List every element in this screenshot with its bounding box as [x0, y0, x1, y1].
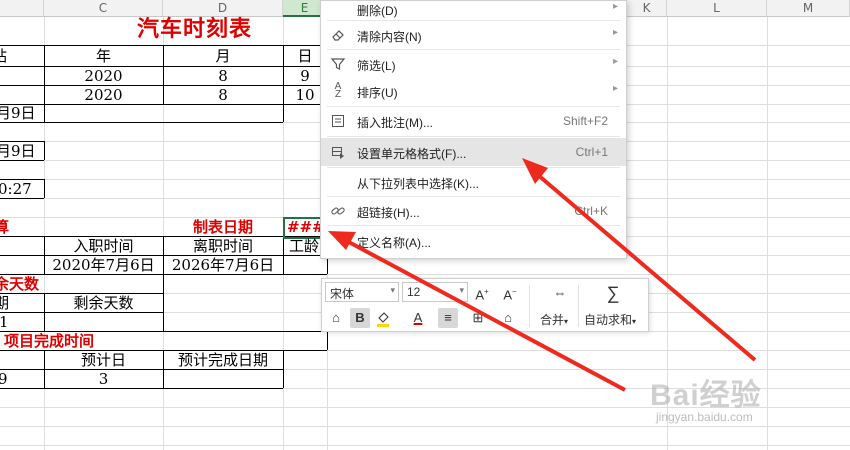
header-station: 站 — [0, 47, 7, 65]
column-header-l[interactable]: L — [667, 0, 767, 17]
menu-item-insert-comment[interactable]: 插入批注(M)... Shift+F2 — [321, 107, 626, 135]
column-header-k[interactable]: K — [627, 0, 667, 17]
menu-item-clear[interactable]: 清除内容(N) ▸ — [321, 21, 626, 49]
chevron-down-icon: ▾ — [459, 285, 464, 295]
cell-period-val: /1 — [0, 313, 9, 331]
col-age: 工龄 — [289, 237, 320, 255]
chevron-down-icon: ▾ — [390, 285, 395, 295]
link-icon — [330, 203, 346, 219]
borders-button[interactable]: ⊞ — [468, 308, 488, 328]
col-hire: 入职时间 — [73, 237, 134, 255]
col-period: 期 — [0, 294, 10, 312]
remain-title: 余天数 — [0, 275, 40, 293]
header-year: 年 — [95, 47, 111, 65]
cell-hire-date: 2020年7月6日 — [52, 256, 155, 274]
clear-format-button[interactable]: ⌂ — [498, 308, 518, 328]
cell-plan-days-val: 3 — [98, 370, 109, 388]
context-menu: 删除(D) ▸ 清除内容(N) ▸ 筛选(L) ▸ AZ 排序(U) ▸ 插入批… — [320, 0, 627, 259]
delete-icon — [330, 1, 346, 17]
header-month: 月 — [215, 47, 231, 65]
cell-date-2: 月9日 — [0, 142, 36, 160]
cell-month-1: 8 — [218, 67, 228, 85]
fill-color-button[interactable] — [374, 308, 394, 328]
filter-icon — [330, 56, 346, 72]
cell-row-val: 9 — [0, 370, 8, 388]
sort-icon: AZ — [334, 81, 342, 100]
cell-time: 0:27 — [0, 180, 32, 198]
cell-date-1: 月9日 — [0, 104, 36, 122]
autosum-button[interactable]: 自动求和▾ — [584, 311, 636, 328]
cell-year-1: 2020 — [84, 67, 123, 85]
increase-font-size-button[interactable]: A+ — [472, 282, 492, 302]
menu-item-sort[interactable]: AZ 排序(U) ▸ — [321, 77, 626, 105]
menu-item-format-cells[interactable]: 设置单元格格式(F)... Ctrl+1 — [321, 138, 626, 166]
merge-icon[interactable]: ⇔ — [548, 283, 572, 303]
font-color-button[interactable]: A — [408, 308, 428, 328]
mini-toolbar: 宋体 ▾ 12 ▾ A+ A− ⌂ B A ≡ ⊞ ⌂ ⇔ 合并▾ ∑ 自动求和… — [321, 278, 649, 332]
sheet-title: 汽车时刻表 — [137, 16, 253, 42]
format-cells-icon — [330, 144, 346, 160]
merge-button[interactable]: 合并▾ — [540, 311, 568, 328]
decrease-font-size-button[interactable]: A− — [500, 282, 520, 302]
menu-item-filter[interactable]: 筛选(L) ▸ — [321, 50, 626, 78]
format-painter-icon[interactable]: ⌂ — [326, 308, 346, 328]
col-leave: 离职时间 — [192, 237, 253, 255]
col-remain: 剩余天数 — [73, 294, 134, 312]
column-header-m[interactable]: M — [767, 0, 850, 17]
align-button[interactable]: ≡ — [438, 308, 458, 328]
menu-item-pick-from-list[interactable]: 从下拉列表中选择(K)... — [321, 168, 626, 196]
submenu-arrow-icon: ▸ — [612, 27, 618, 38]
clear-icon — [330, 27, 346, 43]
project-title: 项目完成时间 — [4, 332, 95, 350]
submenu-arrow-icon: ▸ — [612, 1, 618, 12]
font-name-select[interactable]: 宋体 ▾ — [325, 282, 399, 302]
column-header-d[interactable]: D — [163, 0, 283, 17]
submenu-arrow-icon: ▸ — [612, 83, 618, 94]
comment-icon — [330, 113, 346, 129]
cell-year-2: 2020 — [84, 86, 123, 104]
baidu-watermark: Bai经验 jingyan.baidu.com — [650, 379, 762, 424]
menu-item-define-name[interactable]: 定义名称(A)... — [321, 227, 626, 255]
cell-leave-date: 2026年7月6日 — [171, 256, 275, 274]
font-size-select[interactable]: 12 ▾ — [402, 282, 468, 302]
section-calc: 算 — [0, 218, 10, 236]
column-header-b[interactable] — [0, 0, 44, 17]
menu-item-hyperlink[interactable]: 超链接(H)... Ctrl+K — [321, 197, 626, 225]
make-date-label: 制表日期 — [192, 218, 253, 236]
autosum-icon[interactable]: ∑ — [603, 283, 623, 303]
submenu-arrow-icon: ▸ — [612, 56, 618, 67]
cell-month-2: 8 — [218, 86, 228, 104]
column-header-c[interactable]: C — [44, 0, 163, 17]
col-plan-days: 预计日 — [80, 351, 126, 369]
bold-button[interactable]: B — [350, 308, 370, 328]
col-plan-date: 预计完成日期 — [177, 351, 268, 369]
